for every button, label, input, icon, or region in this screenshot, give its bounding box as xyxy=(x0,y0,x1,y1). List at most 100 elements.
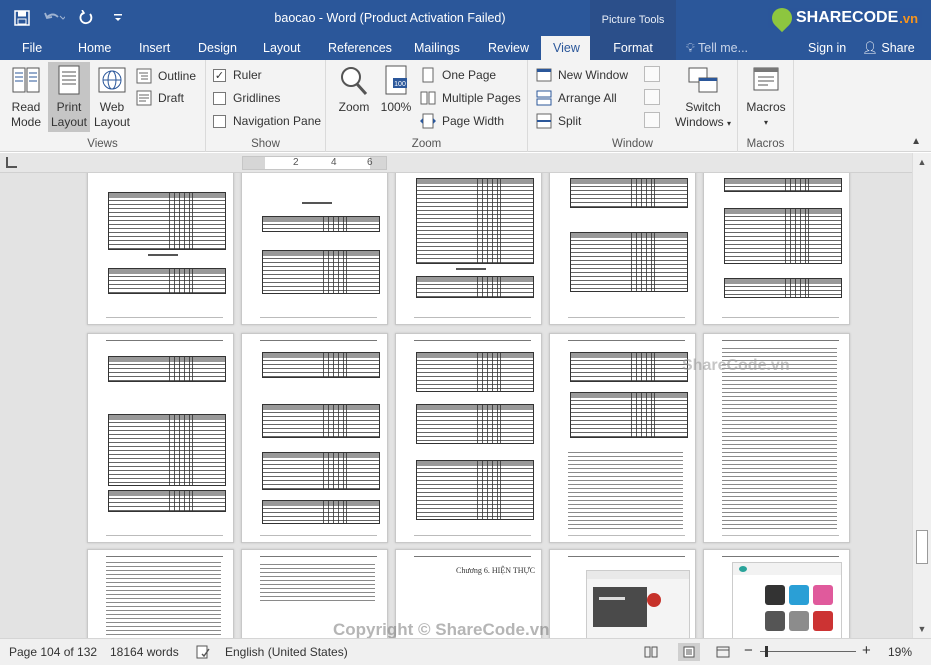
arrange-all-label: Arrange All xyxy=(558,91,617,105)
zoom-100-label: 100% xyxy=(380,100,412,114)
new-window-label: New Window xyxy=(558,68,629,82)
scroll-thumb[interactable] xyxy=(916,530,928,564)
tab-review[interactable]: Review xyxy=(482,36,535,60)
multiple-pages-button[interactable]: Multiple Pages xyxy=(420,88,521,108)
collapse-ribbon-icon[interactable]: ▲ xyxy=(911,136,921,147)
scroll-down-icon[interactable]: ▼ xyxy=(913,620,931,638)
tab-layout[interactable]: Layout xyxy=(257,36,307,60)
zoom-button[interactable]: Zoom xyxy=(334,64,374,115)
ruler-mark-2: 2 xyxy=(293,157,299,168)
page-thumbnail[interactable] xyxy=(549,173,696,325)
zoom-in-button[interactable]: + xyxy=(862,642,871,659)
read-mode-icon xyxy=(12,67,40,93)
outline-button[interactable]: Outline xyxy=(136,66,196,86)
page-thumbnail[interactable] xyxy=(241,173,388,325)
page-thumbnail[interactable] xyxy=(87,333,234,543)
page-thumbnail[interactable] xyxy=(395,333,542,543)
logo-text: SHARECODE xyxy=(796,9,899,26)
navigation-check-icon xyxy=(213,114,226,128)
tab-references[interactable]: References xyxy=(322,36,398,60)
tab-mailings[interactable]: Mailings xyxy=(408,36,466,60)
macros-button[interactable]: Macros ▾ xyxy=(744,64,788,130)
new-window-button[interactable]: New Window xyxy=(536,65,628,85)
vertical-scrollbar[interactable]: ▲ ▼ xyxy=(912,153,931,638)
page-thumbnail[interactable] xyxy=(87,549,234,638)
draft-label: Draft xyxy=(158,91,185,105)
web-layout-button[interactable]: Web Layout xyxy=(92,64,132,130)
page-width-button[interactable]: Page Width xyxy=(420,111,504,131)
sharecode-watermark-middle: ShareCode.vn xyxy=(682,357,790,374)
word-count[interactable]: 18164 words xyxy=(110,645,179,659)
web-layout-icon xyxy=(98,67,126,93)
web-layout-label-1: Web xyxy=(99,100,125,114)
arrange-all-button[interactable]: Arrange All xyxy=(536,88,617,108)
tab-design[interactable]: Design xyxy=(192,36,243,60)
zoom-100-button[interactable]: 100 100% xyxy=(376,64,416,115)
page-thumbnail[interactable] xyxy=(703,173,850,325)
switch-windows-button[interactable]: Switch Windows ▾ xyxy=(674,64,732,131)
language-indicator[interactable]: English (United States) xyxy=(225,645,348,659)
show-group-label: Show xyxy=(251,138,280,150)
read-mode-button[interactable]: Read Mode xyxy=(6,64,46,130)
page-thumbnail[interactable] xyxy=(87,173,234,325)
zoom-slider[interactable] xyxy=(760,646,856,657)
one-page-label: One Page xyxy=(442,68,497,82)
reset-window-position-icon[interactable] xyxy=(644,112,660,128)
page-thumbnail[interactable] xyxy=(549,333,696,543)
tab-view[interactable]: View xyxy=(541,36,591,60)
gridlines-label: Gridlines xyxy=(233,91,281,105)
switch-windows-label-1: Switch xyxy=(685,100,721,114)
page-count[interactable]: Page 104 of 132 xyxy=(9,645,97,659)
view-side-by-side-icon[interactable] xyxy=(644,66,660,82)
gridlines-checkbox[interactable]: Gridlines xyxy=(213,88,280,108)
ruler-check-icon: ✓ xyxy=(213,68,226,82)
one-page-button[interactable]: One Page xyxy=(420,65,496,85)
tab-format[interactable]: Format xyxy=(590,36,676,60)
zoom-slider-knob[interactable] xyxy=(764,646,768,657)
page-thumbnail[interactable] xyxy=(549,549,696,638)
navigation-pane-checkbox[interactable]: Navigation Pane xyxy=(213,111,321,131)
web-layout-view-icon[interactable] xyxy=(712,643,734,661)
gridlines-check-icon xyxy=(213,91,226,105)
tab-insert[interactable]: Insert xyxy=(133,36,176,60)
horizontal-ruler[interactable]: 2 4 6 xyxy=(242,156,387,170)
draft-button[interactable]: Draft xyxy=(136,88,184,108)
ribbon-view: Read Mode Print Layout Web Layout Outlin… xyxy=(0,60,931,152)
read-mode-view-icon[interactable] xyxy=(640,643,662,661)
page-thumbnail[interactable] xyxy=(395,173,542,325)
navigation-pane-label: Navigation Pane xyxy=(233,114,322,128)
sharecode-logo: SHARECODE .vn xyxy=(767,3,923,33)
read-mode-label-2: Mode xyxy=(10,115,42,129)
page-thumbnail[interactable] xyxy=(703,549,850,638)
ruler-checkbox[interactable]: ✓ Ruler xyxy=(213,65,262,85)
ruler-bar: 2 4 6 xyxy=(0,153,931,173)
copyright-watermark: Copyright © ShareCode.vn xyxy=(333,620,550,639)
draft-icon xyxy=(136,90,152,106)
zoom-group-label: Zoom xyxy=(411,138,442,150)
leaf-icon xyxy=(767,3,797,33)
zoom-out-button[interactable]: − xyxy=(744,642,753,659)
document-area[interactable]: Chương 6. HIỆN THỰC xyxy=(0,173,912,638)
tab-file[interactable]: File xyxy=(16,36,48,60)
macros-dropdown-icon: ▾ xyxy=(763,118,768,127)
share-label: Share xyxy=(881,41,915,55)
page-thumbnail[interactable] xyxy=(241,333,388,543)
scroll-up-icon[interactable]: ▲ xyxy=(913,153,931,171)
ribbon-tab-row: File Home Insert Design Layout Reference… xyxy=(0,36,931,60)
views-group-label: Views xyxy=(87,138,118,150)
sign-in-link[interactable]: Sign in xyxy=(808,36,846,60)
page-width-icon xyxy=(420,113,436,129)
read-mode-label-1: Read xyxy=(11,100,41,114)
multiple-pages-label: Multiple Pages xyxy=(442,91,521,105)
zoom-level[interactable]: 19% xyxy=(888,645,912,659)
tell-me-box[interactable]: 💡︎ Tell me... xyxy=(686,36,748,60)
tab-selector-icon[interactable] xyxy=(6,157,17,168)
tab-home[interactable]: Home xyxy=(72,36,117,60)
print-layout-view-icon[interactable] xyxy=(678,643,700,661)
synchronous-scrolling-icon[interactable] xyxy=(644,89,660,105)
zoom-group: Zoom 100 100% One Page Multiple Pages Pa… xyxy=(326,60,528,152)
share-button[interactable]: 👤︎ Share xyxy=(862,36,915,60)
proofing-icon[interactable] xyxy=(196,645,210,662)
split-button[interactable]: Split xyxy=(536,111,581,131)
print-layout-button[interactable]: Print Layout xyxy=(48,62,90,132)
